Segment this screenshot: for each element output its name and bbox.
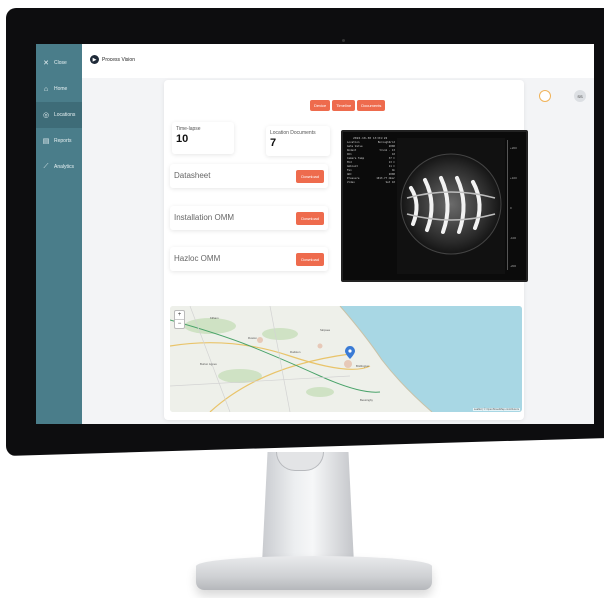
app-logo[interactable]: ▶ Process Vision bbox=[90, 55, 135, 64]
map-place-label: Bridlington bbox=[356, 364, 370, 368]
location-documents-card: Location Documents 7 bbox=[266, 126, 330, 156]
sidebar-item-reports[interactable]: ▤ Reports bbox=[36, 128, 82, 154]
video-info-key: Video bbox=[347, 181, 355, 184]
scale-tick: -200 bbox=[510, 264, 517, 268]
map-place-label: Skipsea bbox=[320, 328, 330, 332]
sidebar-item-label: Reports bbox=[54, 138, 72, 144]
webcam bbox=[342, 39, 345, 42]
document-name: Hazloc OMM bbox=[174, 254, 221, 263]
timelapse-value: 10 bbox=[176, 133, 189, 145]
timelapse-card: Time-lapse 10 bbox=[172, 122, 234, 154]
location-pin-icon: ◎ bbox=[42, 112, 50, 119]
scale-tick: +200 bbox=[510, 146, 517, 150]
document-name: Datasheet bbox=[174, 171, 211, 180]
location-documents-label: Location Documents bbox=[270, 130, 316, 136]
sidebar-item-label: Close bbox=[54, 60, 67, 66]
map-place-label: Rudston bbox=[290, 350, 301, 354]
avatar[interactable]: SS bbox=[574, 90, 586, 102]
map-zoom-control: + − bbox=[174, 310, 185, 329]
scale-tick: -100 bbox=[510, 236, 517, 240]
app-screen: ✕ Close ⌂ Home ◎ Locations ▤ Reports ⟋ A… bbox=[36, 44, 594, 424]
reports-icon: ▤ bbox=[42, 138, 50, 145]
sidebar-item-label: Analytics bbox=[54, 164, 75, 170]
home-icon: ⌂ bbox=[43, 85, 49, 93]
tab-bar: Device Timeline Documents bbox=[310, 100, 386, 111]
location-map[interactable]: Ruston Rudston Burton Agnes Bessingby Br… bbox=[170, 306, 522, 412]
map-zoom-in-button[interactable]: + bbox=[175, 311, 184, 320]
video-timestamp: 2022-10-30 13:01:22 bbox=[353, 136, 388, 140]
document-row-datasheet: Datasheet Download bbox=[170, 164, 328, 188]
sidebar: ✕ Close ⌂ Home ◎ Locations ▤ Reports ⟋ A… bbox=[36, 44, 82, 424]
map-place-label: Bessingby bbox=[360, 398, 373, 402]
sidebar-item-label: Locations bbox=[54, 112, 76, 118]
temperature-scale: +200 +100 0 -100 -200 bbox=[507, 140, 522, 270]
scale-tick: 0 bbox=[510, 206, 512, 210]
download-button[interactable]: Download bbox=[296, 253, 324, 266]
download-button[interactable]: Download bbox=[296, 212, 324, 225]
location-documents-value: 7 bbox=[270, 137, 277, 149]
download-button[interactable]: Download bbox=[296, 170, 324, 183]
thermal-video-player[interactable]: 2022-10-30 13:01:22 Location Boroughbrid G… bbox=[341, 130, 528, 282]
analytics-icon: ⟋ bbox=[43, 163, 49, 170]
sidebar-item-label: Home bbox=[54, 86, 68, 92]
top-bar: ▶ Process Vision bbox=[82, 44, 594, 78]
map-place-label: Ruston bbox=[248, 336, 257, 340]
tab-device[interactable]: Device bbox=[310, 100, 331, 111]
timelapse-label: Time-lapse bbox=[176, 126, 201, 132]
monitor-base bbox=[196, 556, 432, 590]
sidebar-item-analytics[interactable]: ⟋ Analytics bbox=[36, 154, 82, 180]
sidebar-item-locations[interactable]: ◎ Locations bbox=[36, 102, 82, 128]
document-name: Installation OMM bbox=[174, 213, 235, 222]
map-tiles bbox=[170, 306, 522, 412]
video-info-panel: Location Boroughbrid Gate Valve 2000 Rodent t… bbox=[347, 141, 395, 185]
map-attribution[interactable]: Leaflet | © OpenStreetMap contributors bbox=[472, 408, 520, 411]
map-place-label: Burton Agnes bbox=[200, 362, 217, 366]
app-name: Process Vision bbox=[102, 56, 135, 63]
map-place-label: Kilham bbox=[210, 316, 219, 320]
close-icon: ✕ bbox=[43, 60, 49, 67]
video-info-value: Set 10 bbox=[385, 181, 395, 184]
sidebar-item-home[interactable]: ⌂ Home bbox=[36, 76, 82, 102]
sidebar-item-close[interactable]: ✕ Close bbox=[36, 50, 82, 76]
play-logo-icon: ▶ bbox=[90, 55, 99, 64]
notification-icon[interactable] bbox=[539, 90, 551, 102]
document-row-installation-omm: Installation OMM Download bbox=[170, 206, 328, 230]
map-zoom-out-button[interactable]: − bbox=[175, 320, 184, 328]
scale-tick: +100 bbox=[510, 176, 517, 180]
tab-documents[interactable]: Documents bbox=[357, 100, 386, 111]
video-info-row: Video Set 10 bbox=[347, 181, 395, 185]
thermal-image bbox=[397, 138, 505, 274]
tab-timeline[interactable]: Timeline bbox=[332, 100, 356, 111]
document-row-hazloc-omm: Hazloc OMM Download bbox=[170, 247, 328, 271]
